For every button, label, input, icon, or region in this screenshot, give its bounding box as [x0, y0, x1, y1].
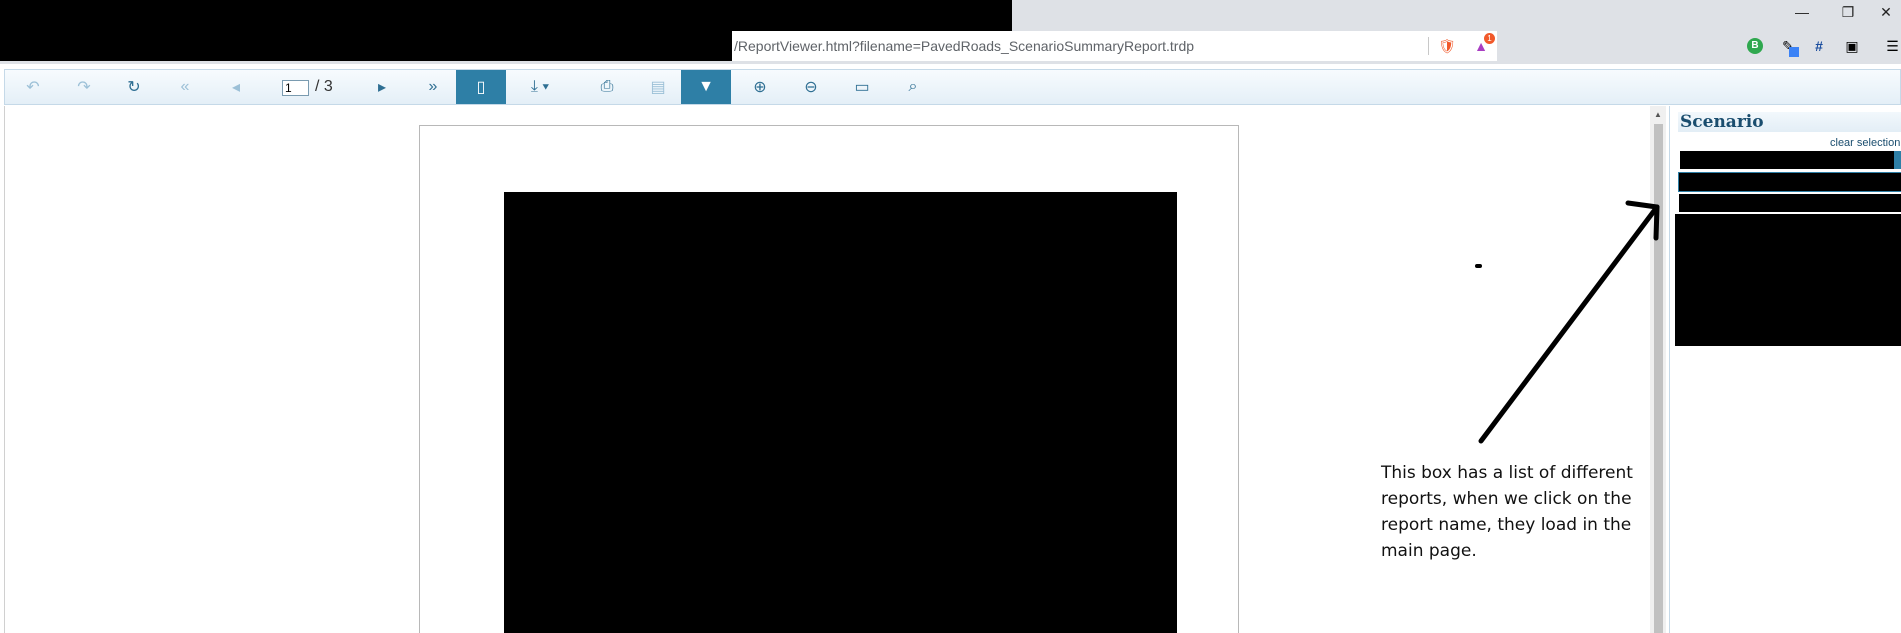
fullscreen-icon[interactable]: ▭ [838, 70, 886, 104]
scenario-item-marker [1894, 151, 1901, 169]
page-view-icon[interactable]: ▯ [456, 70, 506, 104]
address-url: /ReportViewer.html?filename=PavedRoads_S… [734, 38, 1195, 54]
prev-page-icon[interactable]: ◂ [212, 70, 260, 104]
rewards-triangle-icon[interactable]: ▲ 1 [1470, 33, 1495, 57]
pen-badge [1789, 47, 1799, 57]
next-page-icon[interactable]: ▸ [358, 70, 406, 104]
redacted-tabs [0, 0, 1012, 31]
close-window-button[interactable]: ✕ [1871, 0, 1901, 24]
viewer-scrollbar[interactable]: ▲ [1650, 106, 1666, 633]
filter-icon[interactable]: ▼ [681, 70, 731, 104]
report-toolbar: ↶ ↷ ↻ « ◂ 1 / 3 ▸ » ▯ ⤓ ▾ ⎙ ▤ ▼ ⊕ ⊖ ▭ ⌕ [4, 69, 1901, 105]
scroll-up-icon[interactable]: ▲ [1654, 110, 1662, 119]
redacted-scenario-item[interactable] [1678, 172, 1901, 192]
redacted-scenario-item[interactable] [1679, 194, 1901, 212]
forward-icon[interactable]: ↷ [60, 70, 108, 104]
page-total-label: / 3 [315, 78, 333, 95]
page-number-input[interactable]: 1 [282, 80, 309, 96]
save-icon[interactable]: ▤ [634, 70, 682, 104]
last-page-icon[interactable]: » [409, 70, 457, 104]
redacted-scenario-item[interactable] [1680, 151, 1901, 169]
export-icon[interactable]: ⤓ ▾ [510, 70, 570, 104]
screen: — ❐ ✕ /ReportViewer.html?filename=PavedR… [0, 0, 1901, 633]
redacted-address-left [0, 31, 732, 61]
scrollbar-thumb[interactable] [1654, 124, 1663, 633]
parameters-panel: Scenario clear selection [1669, 106, 1901, 633]
ext-card-icon[interactable]: ▣ [1841, 35, 1863, 57]
refresh-icon[interactable]: ↻ [110, 70, 158, 104]
clear-selection-link[interactable]: clear selection [1830, 137, 1900, 149]
panel-title: Scenario [1680, 112, 1764, 132]
address-bar[interactable]: /ReportViewer.html?filename=PavedRoads_S… [732, 31, 1497, 61]
address-divider [1428, 37, 1429, 55]
minimize-button[interactable]: — [1779, 0, 1825, 24]
rewards-badge: 1 [1484, 33, 1495, 44]
zoom-out-icon[interactable]: ⊖ [787, 70, 835, 104]
ext-hash-icon[interactable]: # [1808, 35, 1830, 57]
restore-button[interactable]: ❐ [1825, 0, 1871, 24]
ext-pen-icon[interactable]: ✎ [1777, 35, 1799, 57]
ext-green-b-icon[interactable]: B [1744, 35, 1766, 57]
menu-icon[interactable]: ☰ [1884, 35, 1901, 57]
first-page-icon[interactable]: « [161, 70, 209, 104]
zoom-in-icon[interactable]: ⊕ [736, 70, 784, 104]
back-icon[interactable]: ↶ [9, 70, 57, 104]
redacted-scenario-list[interactable] [1675, 214, 1901, 346]
print-icon[interactable]: ⎙ [583, 70, 631, 104]
brave-shield-icon[interactable]: 🛡 [1436, 35, 1458, 57]
ext-green-b-glyph: B [1747, 38, 1763, 54]
annotation-dot [1475, 264, 1482, 268]
annotation-note: This box has a list of different reports… [1381, 463, 1633, 561]
redacted-report-content [504, 192, 1177, 633]
search-icon[interactable]: ⌕ [889, 70, 937, 104]
report-page [419, 125, 1239, 633]
